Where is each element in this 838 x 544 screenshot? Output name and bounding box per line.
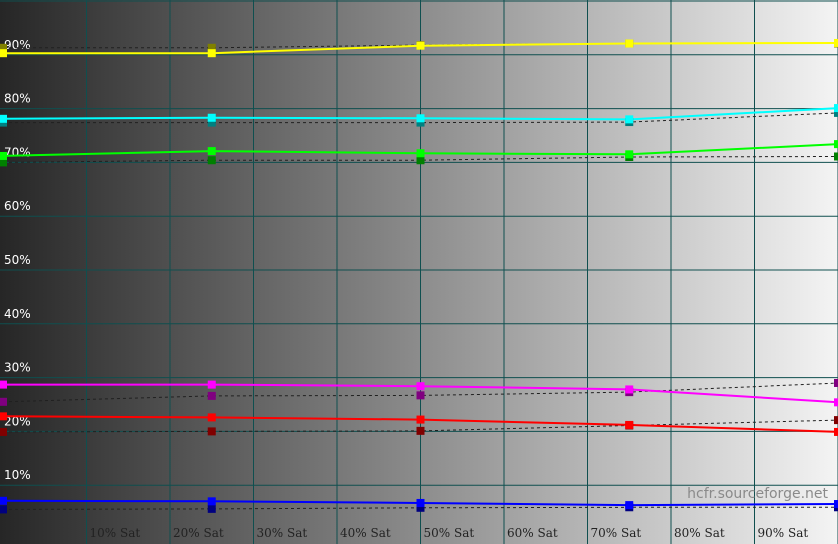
x-tick-label: 20% Sat <box>173 526 224 540</box>
data-point-magenta <box>625 385 634 394</box>
y-tick-label: 40% <box>4 307 31 321</box>
x-tick-label: 50% Sat <box>424 526 475 540</box>
data-point-green <box>834 140 838 149</box>
data-point-magenta <box>207 380 216 389</box>
data-point-blue <box>834 500 838 509</box>
data-point-red <box>625 420 634 429</box>
plot-background <box>0 0 838 544</box>
data-point-cyan <box>416 114 425 123</box>
data-point-yellow <box>834 38 838 47</box>
data-point-yellow <box>207 49 216 58</box>
data-point-red <box>0 412 7 421</box>
data-point-red-reference <box>0 427 7 436</box>
data-point-green <box>207 147 216 156</box>
data-point-magenta-reference <box>416 391 425 400</box>
y-tick-label: 30% <box>4 361 31 375</box>
x-tick-label: 40% Sat <box>340 526 391 540</box>
y-tick-label: 80% <box>4 92 31 106</box>
data-point-red-reference <box>416 426 425 435</box>
data-point-red <box>416 415 425 424</box>
y-tick-label: 70% <box>4 145 31 159</box>
data-point-yellow <box>0 49 7 58</box>
chart-svg: 10%20%30%40%50%60%70%80%90% 10% Sat 20% S… <box>0 0 838 544</box>
data-point-green <box>625 150 634 159</box>
y-tick-label: 10% <box>4 468 31 482</box>
data-point-red-reference <box>207 427 216 436</box>
y-tick-label: 50% <box>4 253 31 267</box>
data-point-blue <box>416 498 425 507</box>
data-point-green <box>0 151 7 160</box>
data-point-yellow <box>625 39 634 48</box>
data-point-magenta <box>834 398 838 407</box>
x-tick-labels: 10% Sat 20% Sat 30% Sat 40% Sat 50% Sat 60% S… <box>90 526 809 540</box>
data-point-blue <box>625 501 634 510</box>
data-point-cyan <box>625 115 634 124</box>
data-point-green-reference <box>834 152 838 161</box>
x-tick-label: 10% Sat <box>90 526 141 540</box>
y-tick-label: 90% <box>4 38 31 52</box>
data-point-blue <box>207 497 216 506</box>
data-point-green-reference <box>416 156 425 165</box>
data-point-red <box>834 427 838 436</box>
y-tick-label: 60% <box>4 199 31 213</box>
x-tick-label: 70% Sat <box>591 526 642 540</box>
data-point-yellow <box>416 41 425 50</box>
data-point-green-reference <box>207 156 216 165</box>
data-point-blue-reference <box>0 505 7 514</box>
x-tick-label: 60% Sat <box>507 526 558 540</box>
x-tick-label: 80% Sat <box>674 526 725 540</box>
data-point-magenta <box>416 382 425 391</box>
watermark-text: hcfr.sourceforge.net <box>687 486 828 502</box>
data-point-blue-reference <box>207 504 216 513</box>
data-point-green <box>416 149 425 158</box>
data-point-cyan <box>207 113 216 122</box>
x-tick-label: 30% Sat <box>257 526 308 540</box>
data-point-cyan <box>0 114 7 123</box>
data-point-red <box>207 413 216 422</box>
data-point-magenta-reference <box>0 397 7 406</box>
data-point-magenta <box>0 380 7 389</box>
data-point-blue <box>0 496 7 505</box>
data-point-magenta-reference <box>207 391 216 400</box>
data-point-red-reference <box>834 416 838 425</box>
saturation-chart: 10% 20% 30% 40% 50% 60% 70% 80% 90% 10% Sat 20% S… <box>0 0 838 544</box>
data-point-cyan <box>834 104 838 113</box>
data-point-magenta-reference <box>834 378 838 387</box>
x-tick-label: 90% Sat <box>758 526 809 540</box>
